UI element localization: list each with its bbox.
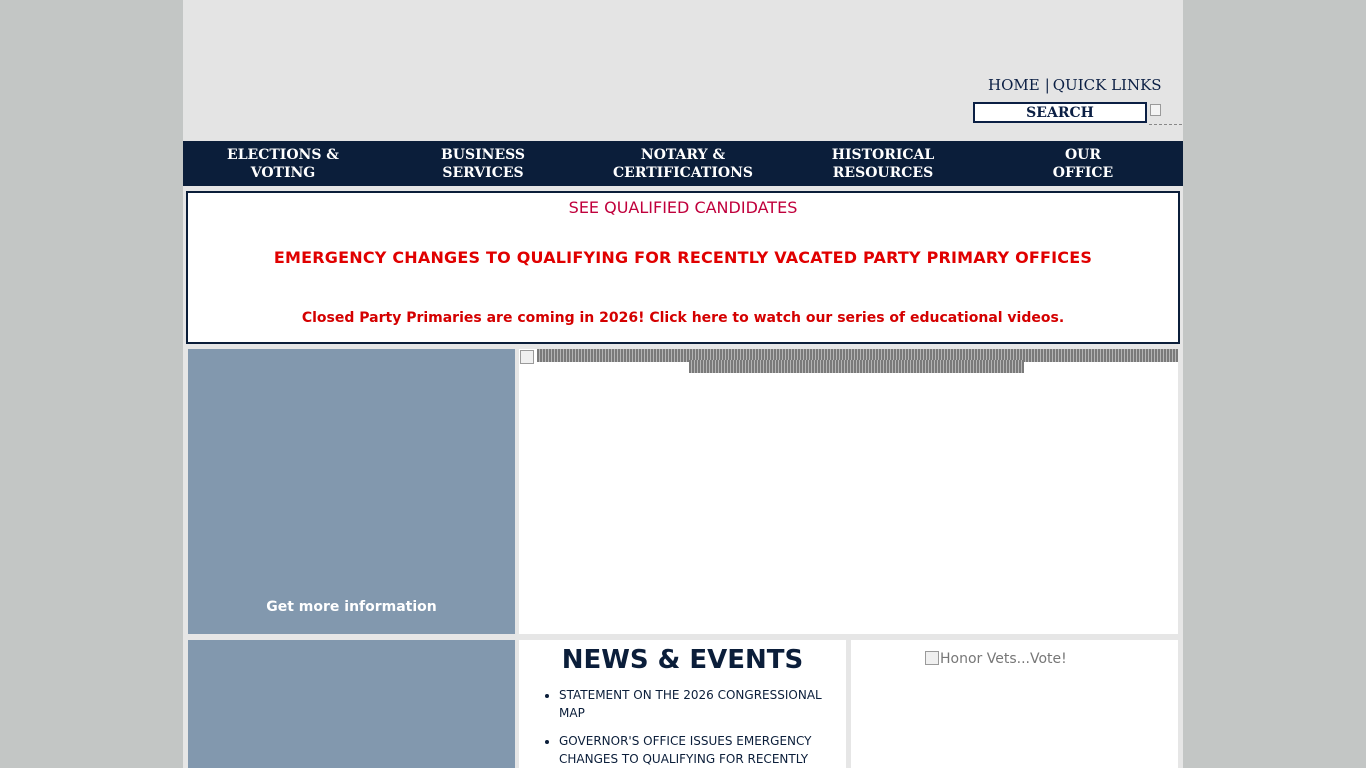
news-events-title: NEWS & EVENTS	[561, 645, 804, 675]
nav-label-line1: NOTARY &	[640, 146, 726, 163]
info-panel: Get more information	[188, 349, 515, 634]
nav-label-line1: ELECTIONS &	[227, 146, 339, 163]
nav-label-line2: CERTIFICATIONS	[613, 164, 753, 181]
get-more-information-link[interactable]: Get more information	[188, 599, 515, 615]
news-events-panel: NEWS & EVENTS STATEMENT ON THE 2026 CONG…	[519, 640, 846, 768]
nav-label-line2: OFFICE	[1052, 164, 1114, 181]
home-link[interactable]: HOME	[988, 76, 1040, 94]
nav-business-services[interactable]: BUSINESS SERVICES	[383, 141, 583, 186]
nav-label-line1: HISTORICAL	[831, 146, 935, 163]
nav-label-line2: VOTING	[250, 164, 316, 181]
honor-vets-panel: Honor Vets...Vote!	[851, 640, 1178, 768]
nav-label-line1: OUR	[1064, 146, 1102, 163]
nav-elections-voting[interactable]: ELECTIONS & VOTING	[183, 141, 383, 186]
quick-links-link[interactable]: QUICK LINKS	[1053, 76, 1162, 94]
lower-left-panel	[188, 640, 515, 768]
broken-image-icon	[1150, 104, 1161, 116]
news-item[interactable]: GOVERNOR'S OFFICE ISSUES EMERGENCY CHANG…	[559, 732, 846, 768]
nav-label-line2: RESOURCES	[832, 164, 934, 181]
top-links-separator: |	[1044, 76, 1050, 94]
top-links: HOME | QUICK LINKS	[988, 76, 1162, 94]
news-item[interactable]: STATEMENT ON THE 2026 CONGRESSIONAL MAP	[559, 686, 846, 722]
honor-vets-image[interactable]: Honor Vets...Vote!	[925, 651, 1067, 667]
closed-primaries-videos-link[interactable]: Closed Party Primaries are coming in 202…	[188, 310, 1178, 326]
nav-historical-resources[interactable]: HISTORICAL RESOURCES	[783, 141, 983, 186]
slideshow-panel[interactable]: nnnnnnnnnnnnnnnnnnnnnnnnnnnnnnnnnnnnnnnn…	[519, 349, 1178, 634]
slideshow-image-placeholder: nnnnnnnnnnnnnnnnnnnnnnnnnnnnnnnnnnnnnnnn…	[519, 349, 1178, 373]
honor-vets-image-alt: Honor Vets...Vote!	[940, 651, 1067, 667]
site-header: HOME | QUICK LINKS SEARCH	[183, 0, 1183, 141]
search-go-button[interactable]	[1149, 103, 1182, 125]
emergency-changes-link[interactable]: EMERGENCY CHANGES TO QUALIFYING FOR RECE…	[188, 248, 1178, 267]
alert-box: SEE QUALIFIED CANDIDATES EMERGENCY CHANG…	[186, 191, 1180, 344]
nav-our-office[interactable]: OUR OFFICE	[983, 141, 1183, 186]
search-input[interactable]: SEARCH	[973, 102, 1147, 123]
qualified-candidates-link[interactable]: SEE QUALIFIED CANDIDATES	[188, 198, 1178, 217]
news-list: STATEMENT ON THE 2026 CONGRESSIONAL MAP …	[541, 686, 846, 768]
nav-notary-certifications[interactable]: NOTARY & CERTIFICATIONS	[583, 141, 783, 186]
broken-image-icon	[925, 651, 939, 665]
main-nav: ELECTIONS & VOTING BUSINESS SERVICES NOTAR…	[183, 141, 1183, 186]
page-container: HOME | QUICK LINKS SEARCH ELECTIONS & VOTIN…	[183, 0, 1183, 768]
nav-label-line1: BUSINESS	[440, 146, 526, 163]
nav-label-line2: SERVICES	[442, 164, 524, 181]
